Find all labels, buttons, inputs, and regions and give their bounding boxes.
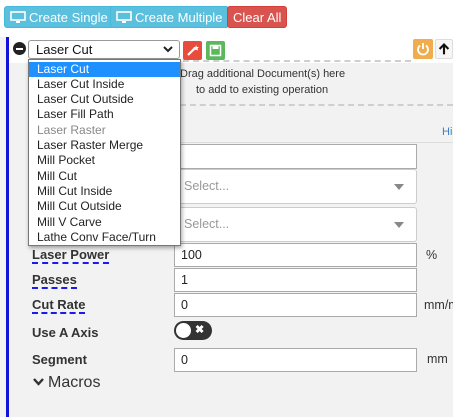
tool-select-2-placeholder: Select...	[184, 217, 230, 231]
passes-label-text: Passes	[32, 272, 77, 289]
panel-accent-border	[6, 37, 9, 417]
operation-type-value: Laser Cut	[36, 42, 93, 57]
magic-wand-button[interactable]	[183, 41, 202, 60]
name-field[interactable]	[174, 144, 417, 169]
option-mill-v-carve[interactable]: Mill V Carve	[29, 215, 180, 230]
option-mill-cut-outside[interactable]: Mill Cut Outside	[29, 199, 180, 214]
cut-rate-unit: mm/m	[424, 298, 453, 312]
cut-rate-label-text: Cut Rate	[32, 297, 86, 314]
laser-power-value: 100	[181, 248, 202, 262]
cut-rate-label: Cut Rate	[32, 297, 86, 314]
option-laser-cut[interactable]: Laser Cut	[29, 62, 180, 77]
tab-divider	[180, 142, 453, 143]
laser-power-label-text: Laser Power	[32, 247, 110, 264]
enable-toggle-button[interactable]	[413, 39, 433, 59]
create-multiple-button[interactable]: Create Multiple	[110, 6, 230, 28]
document-drop-zone[interactable]: Drag additional Document(s) here to add …	[180, 63, 453, 101]
use-a-axis-label: Use A Axis	[32, 325, 99, 340]
segment-label: Segment	[32, 352, 87, 367]
option-laser-raster: Laser Raster	[37, 123, 106, 137]
operation-type-select[interactable]: Laser Cut	[28, 40, 180, 59]
clear-all-button[interactable]: Clear All	[227, 6, 288, 28]
move-up-button[interactable]	[435, 39, 453, 59]
use-a-axis-toggle[interactable]: ✖	[174, 321, 212, 340]
drop-hint-line1: Drag additional Document(s) here	[180, 68, 346, 80]
segment-input[interactable]: 0	[174, 348, 417, 372]
remove-operation-icon[interactable]	[13, 42, 26, 55]
option-laser-cut-outside[interactable]: Laser Cut Outside	[29, 92, 180, 107]
segment-value: 0	[181, 353, 188, 367]
create-multiple-label: Create Multiple	[135, 10, 223, 25]
top-toolbar: Create Single Create Multiple Clear All	[0, 0, 453, 34]
clear-all-label: Clear All	[233, 10, 282, 25]
close-icon: ✖	[195, 324, 205, 336]
create-single-label: Create Single	[29, 10, 108, 25]
option-mill-pocket[interactable]: Mill Pocket	[29, 153, 180, 168]
option-laser-cut-inside[interactable]: Laser Cut Inside	[29, 77, 180, 92]
drop-hint-line2: to add to existing operation	[196, 84, 329, 96]
passes-label: Passes	[32, 272, 77, 289]
floppy-disk-icon	[209, 44, 222, 57]
option-laser-fill-path[interactable]: Laser Fill Path	[29, 107, 180, 122]
macros-toggle[interactable]: Macros	[32, 374, 100, 392]
toggle-knob	[176, 323, 191, 338]
segment-unit: mm	[427, 352, 448, 366]
option-mill-cut-inside[interactable]: Mill Cut Inside	[29, 184, 180, 199]
magic-wand-icon	[187, 45, 199, 56]
caret-down-icon	[394, 222, 404, 228]
macros-label: Macros	[48, 374, 101, 391]
passes-value: 1	[181, 273, 188, 287]
arrow-up-icon	[438, 43, 450, 55]
caret-down-icon	[394, 184, 404, 190]
chevron-down-icon	[163, 46, 173, 53]
option-lathe-conv-face-turn[interactable]: Lathe Conv Face/Turn	[29, 230, 180, 245]
desktop-icon	[10, 11, 26, 23]
power-icon	[417, 43, 429, 56]
drop-zone-top-border	[183, 60, 411, 62]
laser-power-input[interactable]: 100	[174, 243, 417, 267]
hint-link[interactable]: Hi	[442, 126, 452, 138]
tool-select-1[interactable]: Select...	[174, 169, 417, 204]
option-laser-raster-merge[interactable]: Laser Raster Merge	[29, 138, 180, 153]
option-mill-cut[interactable]: Mill Cut	[29, 169, 180, 184]
drop-zone-bottom-border	[180, 104, 453, 106]
tool-select-2[interactable]: Select...	[174, 207, 417, 242]
save-operation-button[interactable]	[206, 41, 225, 60]
operation-type-dropdown: Laser Cut Laser Cut Inside Laser Cut Out…	[28, 59, 181, 246]
chevron-down-icon	[33, 378, 44, 386]
laser-power-unit: %	[426, 248, 438, 262]
tool-select-1-placeholder: Select...	[184, 179, 230, 193]
cut-rate-value: 0	[181, 298, 188, 312]
desktop-icon	[116, 11, 132, 23]
cut-rate-input[interactable]: 0	[174, 293, 417, 317]
passes-input[interactable]: 1	[174, 268, 417, 292]
laser-power-label: Laser Power	[32, 247, 110, 264]
create-single-button[interactable]: Create Single	[4, 6, 115, 28]
